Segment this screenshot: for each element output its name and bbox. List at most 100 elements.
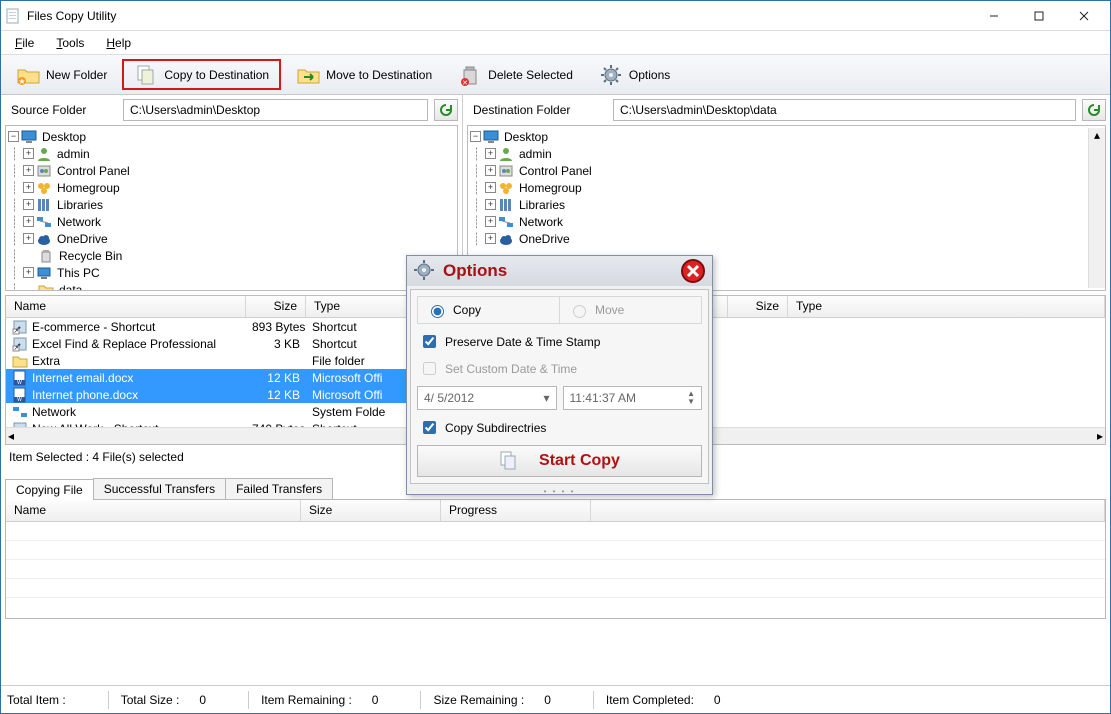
destination-path-input[interactable]: [613, 99, 1076, 121]
expand-toggle[interactable]: +: [485, 182, 496, 193]
tree-item[interactable]: ┊+Libraries: [468, 196, 1088, 213]
date-picker[interactable]: 4/ 5/2012▾: [417, 386, 557, 410]
file-row[interactable]: ExtraFile folder: [6, 352, 457, 369]
cpl-icon: [36, 163, 52, 179]
pg-col-name[interactable]: Name: [6, 500, 301, 521]
expand-toggle[interactable]: +: [23, 182, 34, 193]
tab-copying-file[interactable]: Copying File: [5, 479, 94, 500]
lib-icon: [36, 197, 52, 213]
total-item-label: Total Item :: [7, 693, 66, 707]
file-row[interactable]: NetworkSystem Folde: [6, 403, 457, 420]
source-refresh-button[interactable]: [434, 99, 458, 121]
custom-datetime-checkbox[interactable]: Set Custom Date & Time: [417, 355, 702, 382]
minimize-button[interactable]: [971, 2, 1016, 30]
lib-icon: [498, 197, 514, 213]
spinner-icon: ▲▼: [687, 390, 695, 406]
expand-toggle[interactable]: −: [8, 131, 19, 142]
dialog-close-button[interactable]: [680, 258, 706, 284]
expand-toggle[interactable]: +: [23, 233, 34, 244]
tree-item[interactable]: − Desktop: [6, 128, 457, 145]
tree-item[interactable]: − Desktop: [468, 128, 1088, 145]
menu-file[interactable]: File: [15, 36, 34, 50]
radio-copy-input[interactable]: [431, 305, 444, 318]
pg-col-progress[interactable]: Progress: [441, 500, 591, 521]
source-grid-hscroll[interactable]: ◂▸: [6, 427, 457, 444]
tab-successful-transfers[interactable]: Successful Transfers: [93, 478, 226, 499]
dialog-titlebar[interactable]: Options: [407, 256, 712, 286]
tree-item[interactable]: ┊data: [6, 281, 457, 291]
expand-toggle[interactable]: +: [23, 267, 34, 278]
radio-copy[interactable]: Copy: [418, 297, 559, 323]
start-copy-button[interactable]: Start Copy: [417, 445, 702, 477]
source-path-input[interactable]: [123, 99, 428, 121]
expand-toggle[interactable]: +: [485, 216, 496, 227]
pg-col-blank: [591, 500, 1105, 521]
tree-item[interactable]: ┊+admin: [6, 145, 457, 162]
col-size[interactable]: Size: [246, 296, 306, 317]
docx-icon: W: [12, 370, 28, 386]
expand-toggle[interactable]: +: [485, 148, 496, 159]
toolbar-delete-selected[interactable]: ✕ Delete Selected: [447, 59, 584, 90]
toolbar-options[interactable]: Options: [588, 59, 681, 90]
expand-toggle[interactable]: +: [23, 199, 34, 210]
file-name: Internet email.docx: [32, 371, 133, 385]
dialog-resize-grip[interactable]: • • • •: [407, 487, 712, 494]
expand-toggle[interactable]: +: [485, 165, 496, 176]
toolbar-move-to-destination[interactable]: Move to Destination: [285, 59, 443, 90]
tree-item-label: Desktop: [42, 130, 86, 144]
tree-item[interactable]: ┊+Control Panel: [468, 162, 1088, 179]
expand-toggle[interactable]: −: [470, 131, 481, 142]
file-row[interactable]: WInternet email.docx12 KBMicrosoft Offi: [6, 369, 457, 386]
destination-tree-scrollbar[interactable]: ▴: [1088, 128, 1105, 288]
expand-toggle[interactable]: +: [23, 148, 34, 159]
file-row[interactable]: ↗E-commerce - Shortcut893 BytesShortcut: [6, 318, 457, 335]
col-type[interactable]: Type: [788, 296, 1105, 317]
file-row[interactable]: ↗Excel Find & Replace Professional3 KBSh…: [6, 335, 457, 352]
tree-item[interactable]: ┊+admin: [468, 145, 1088, 162]
expand-toggle[interactable]: +: [23, 216, 34, 227]
cpl-icon: [498, 163, 514, 179]
radio-move-input[interactable]: [573, 305, 586, 318]
preserve-timestamp-checkbox[interactable]: Preserve Date & Time Stamp: [417, 328, 702, 355]
tree-item-label: Homegroup: [519, 181, 582, 195]
toolbar-new-folder[interactable]: ★ New Folder: [5, 59, 118, 90]
tab-failed-transfers[interactable]: Failed Transfers: [225, 478, 333, 499]
source-tree[interactable]: −Desktop┊+admin┊+Control Panel┊+Homegrou…: [5, 125, 458, 291]
file-row[interactable]: ↗New All Work - Shortcut740 BytesShortcu…: [6, 420, 457, 427]
maximize-button[interactable]: [1016, 2, 1061, 30]
toolbar-copy-to-destination[interactable]: Copy to Destination: [122, 59, 281, 90]
titlebar: Files Copy Utility: [1, 1, 1110, 31]
tree-item[interactable]: ┊+Network: [6, 213, 457, 230]
tree-item[interactable]: ┊Recycle Bin: [6, 247, 457, 264]
tree-item-label: Desktop: [504, 130, 548, 144]
time-picker[interactable]: 11:41:37 AM▲▼: [563, 386, 703, 410]
source-file-grid[interactable]: Name Size Type ↗E-commerce - Shortcut893…: [5, 295, 458, 445]
file-row[interactable]: WInternet phone.docx12 KBMicrosoft Offi: [6, 386, 457, 403]
menu-help[interactable]: Help: [106, 36, 131, 50]
col-size[interactable]: Size: [728, 296, 788, 317]
copy-subdirectories-checkbox[interactable]: Copy Subdirectries: [417, 414, 702, 441]
menu-tools[interactable]: Tools: [56, 36, 84, 50]
expand-toggle[interactable]: +: [485, 233, 496, 244]
radio-move[interactable]: Move: [559, 297, 701, 323]
toolbar-options-label: Options: [629, 68, 670, 82]
tree-item[interactable]: ┊+Network: [468, 213, 1088, 230]
expand-toggle[interactable]: +: [485, 199, 496, 210]
monitor-icon: [21, 129, 37, 145]
tree-item[interactable]: ┊+Control Panel: [6, 162, 457, 179]
tree-item[interactable]: ┊+OneDrive: [468, 230, 1088, 247]
tree-item[interactable]: ┊+Homegroup: [6, 179, 457, 196]
gear-icon: [413, 259, 435, 284]
tree-item-label: admin: [57, 147, 90, 161]
tree-item[interactable]: ┊+OneDrive: [6, 230, 457, 247]
expand-toggle[interactable]: +: [23, 165, 34, 176]
tree-item-label: Homegroup: [57, 181, 120, 195]
pg-col-size[interactable]: Size: [301, 500, 441, 521]
tree-item[interactable]: ┊+Homegroup: [468, 179, 1088, 196]
size-remaining-val: 0: [544, 693, 551, 707]
tree-item[interactable]: ┊+This PC: [6, 264, 457, 281]
col-name[interactable]: Name: [6, 296, 246, 317]
destination-refresh-button[interactable]: [1082, 99, 1106, 121]
close-button[interactable]: [1061, 2, 1106, 30]
tree-item[interactable]: ┊+Libraries: [6, 196, 457, 213]
